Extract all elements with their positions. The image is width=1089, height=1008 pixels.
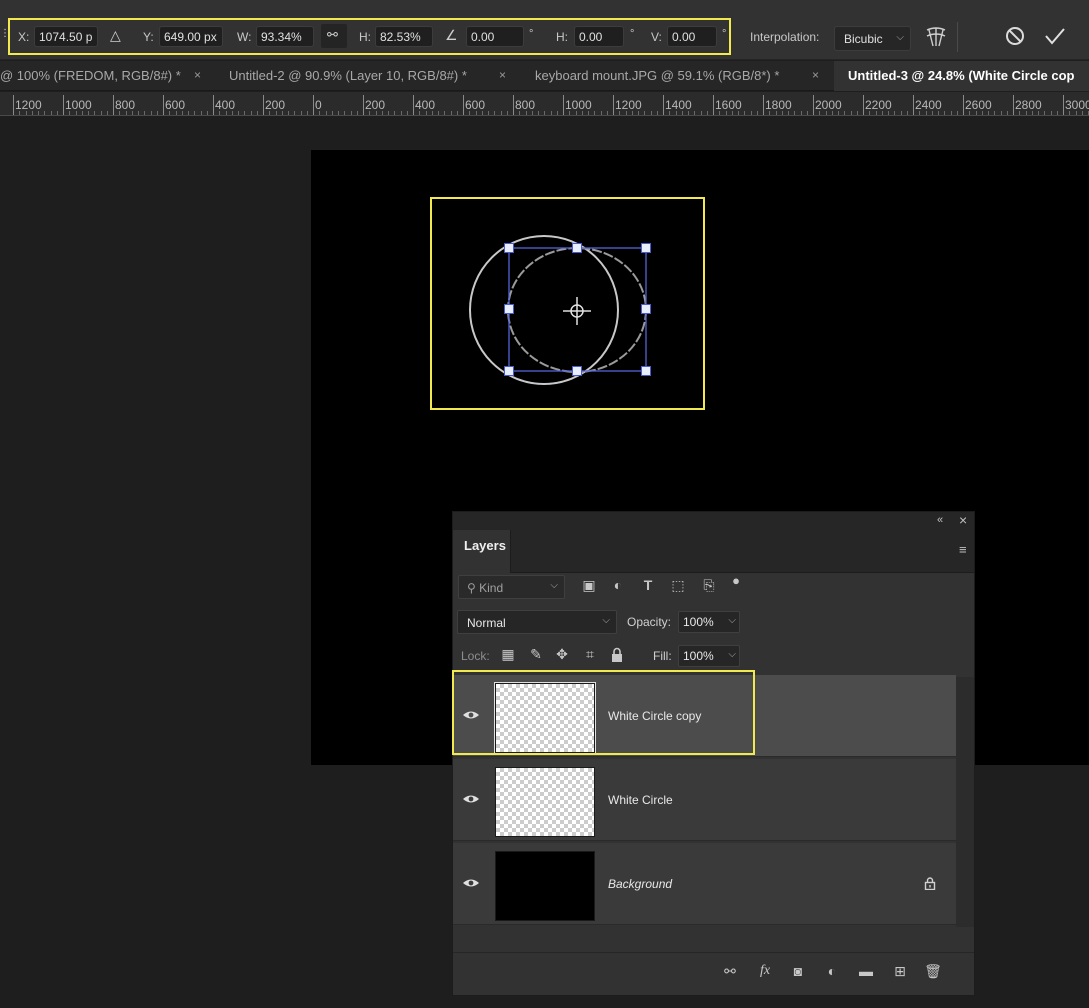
panel-tab-row: Layers ≡ bbox=[453, 530, 974, 573]
fill-value: 100% bbox=[683, 649, 714, 663]
adjustment-filter-icon[interactable]: ◐ bbox=[608, 577, 628, 597]
layer-row-white-circle[interactable]: White Circle bbox=[453, 759, 956, 841]
blend-mode-select[interactable]: Normal ⌵ bbox=[457, 610, 617, 634]
lock-artboard-icon[interactable]: ⌗ bbox=[581, 646, 599, 664]
new-group-folder-icon[interactable]: ▬ bbox=[855, 963, 877, 983]
lock-position-icon[interactable]: ✥ bbox=[553, 646, 571, 664]
add-mask-icon[interactable]: ◙ bbox=[787, 963, 809, 983]
layers-bottom-bar: ⚯ fx ◙ ◐ ▬ ⊞ 🗑 bbox=[453, 952, 974, 994]
visibility-eye-icon[interactable] bbox=[462, 876, 480, 890]
type-filter-icon[interactable]: T bbox=[638, 577, 658, 597]
layer-row-background[interactable]: Background bbox=[453, 843, 956, 925]
filter-toggle-icon[interactable]: ● bbox=[726, 573, 746, 593]
kind-label: Kind bbox=[479, 581, 504, 595]
chevron-down-icon[interactable]: ⌵ bbox=[728, 649, 736, 660]
chevron-down-icon[interactable]: ⌵ bbox=[728, 615, 736, 626]
shape-filter-icon[interactable]: ⬚ bbox=[668, 577, 688, 597]
tab-layers[interactable]: Layers bbox=[453, 530, 511, 573]
layer-filter-kind-select[interactable]: ⚲ Kind ⌵ bbox=[458, 575, 565, 599]
layer-thumbnail[interactable] bbox=[495, 851, 595, 921]
lock-image-pixels-icon[interactable]: ✎ bbox=[527, 646, 545, 664]
new-adjustment-layer-icon[interactable]: ◐ bbox=[821, 963, 843, 983]
opacity-value: 100% bbox=[683, 615, 714, 629]
panel-menu-icon[interactable]: ≡ bbox=[959, 542, 967, 557]
smart-object-filter-icon[interactable]: ⎘ bbox=[699, 577, 719, 597]
layer-name[interactable]: Background bbox=[608, 877, 672, 891]
chevron-down-icon: ⌵ bbox=[602, 615, 610, 626]
lock-transparent-pixels-icon[interactable]: ▦ bbox=[499, 646, 517, 664]
link-layers-icon[interactable]: ⚯ bbox=[719, 963, 741, 983]
collapse-panel-icon[interactable]: « bbox=[937, 514, 943, 526]
search-icon: ⚲ bbox=[467, 581, 476, 595]
blend-mode-value: Normal bbox=[467, 616, 506, 630]
panel-header-bar[interactable]: « × bbox=[453, 512, 974, 530]
close-icon[interactable]: × bbox=[959, 512, 967, 528]
canvas-selection-highlight bbox=[430, 197, 705, 410]
opacity-field[interactable]: 100% ⌵ bbox=[678, 611, 740, 633]
fill-field[interactable]: 100% ⌵ bbox=[678, 645, 740, 667]
pixel-filter-icon[interactable]: ▣ bbox=[579, 577, 599, 597]
layer-name[interactable]: White Circle bbox=[608, 793, 673, 807]
opacity-label: Opacity: bbox=[627, 615, 672, 629]
layer-style-fx-icon[interactable]: fx bbox=[754, 963, 776, 983]
layer-thumbnail[interactable] bbox=[495, 767, 595, 837]
visibility-eye-icon[interactable] bbox=[462, 792, 480, 806]
new-layer-icon[interactable]: ⊞ bbox=[889, 963, 911, 983]
chevron-down-icon: ⌵ bbox=[550, 580, 558, 591]
fill-label: Fill: bbox=[653, 649, 672, 663]
lock-all-icon[interactable] bbox=[610, 647, 628, 665]
lock-label: Lock: bbox=[461, 649, 490, 663]
layers-scrollbar[interactable] bbox=[956, 677, 974, 927]
layer-lock-icon[interactable] bbox=[923, 876, 937, 890]
layer-selection-highlight bbox=[452, 670, 755, 755]
delete-layer-trash-icon[interactable]: 🗑 bbox=[922, 963, 944, 983]
